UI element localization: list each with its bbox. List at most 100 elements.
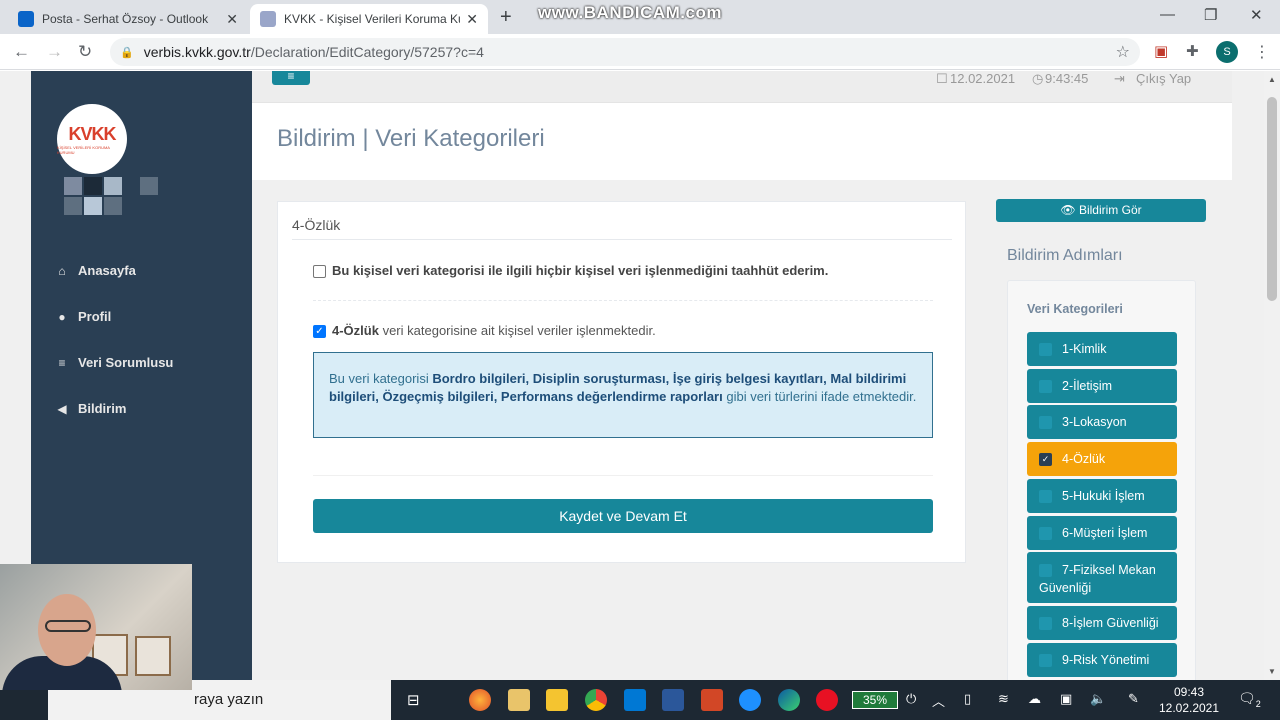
- tablet-icon[interactable]: ▯: [964, 691, 971, 707]
- page-scrollbar[interactable]: ▲ ▼: [1264, 71, 1280, 680]
- mail-icon[interactable]: [624, 689, 646, 711]
- category-info-box: Bu veri kategorisi Bordro bilgileri, Dis…: [313, 352, 933, 438]
- top-date: 12.02.2021: [950, 71, 1016, 86]
- page-title: Bildirim | Veri Kategorileri: [277, 125, 545, 152]
- top-navbar: ≡ ☐ 12.02.2021 ◷ 9:43:45 ⇥ Çıkış Yap: [252, 71, 1232, 103]
- url-path: /Declaration/EditCategory/57257?c=4: [250, 44, 484, 60]
- menu-toggle-button[interactable]: ≡: [272, 71, 310, 85]
- step-item-risk-yonetimi[interactable]: 9-Risk Yönetimi: [1027, 643, 1177, 677]
- power-plug-icon[interactable]: ⏻: [906, 691, 916, 707]
- close-icon[interactable]: ✕: [226, 11, 238, 28]
- powerpoint-icon[interactable]: [701, 689, 723, 711]
- checkbox-icon: [1039, 379, 1052, 393]
- taskbar-clock[interactable]: 09:43 12.02.2021: [1158, 684, 1220, 716]
- tab-kvkk[interactable]: KVKK - Kişisel Verileri Koruma Ku ✕: [250, 4, 488, 34]
- outlook-icon: [18, 11, 34, 27]
- minimize-icon[interactable]: —: [1160, 6, 1175, 23]
- document-icon: [260, 11, 276, 27]
- browser-menu-icon[interactable]: ⋮: [1254, 42, 1270, 62]
- category-processed-checkbox[interactable]: ✓: [313, 325, 326, 338]
- bullhorn-icon: ◀: [57, 401, 67, 416]
- step-item-musteri-islem[interactable]: 6-Müşteri İşlem: [1027, 516, 1177, 550]
- category-processed-label[interactable]: 4-Özlük veri kategorisine ait kişisel ve…: [332, 323, 656, 338]
- steps-subtitle: Veri Kategorileri: [1027, 302, 1123, 316]
- wifi-icon[interactable]: ≋: [998, 691, 1009, 707]
- logout-link[interactable]: Çıkış Yap: [1136, 71, 1191, 86]
- scroll-down-icon[interactable]: ▼: [1268, 667, 1276, 676]
- onedrive-icon[interactable]: ☁: [1028, 691, 1041, 707]
- checkbox-icon: [1039, 526, 1052, 540]
- sidebar-item-profil[interactable]: ● Profil: [55, 309, 111, 324]
- edge-icon[interactable]: [778, 689, 800, 711]
- notification-icon[interactable]: 🗨2: [1238, 690, 1261, 709]
- step-item-islem-guvenligi[interactable]: 8-İşlem Güvenliği: [1027, 606, 1177, 640]
- checkbox-icon: [1039, 415, 1052, 429]
- page-header: Bildirim | Veri Kategorileri: [252, 103, 1232, 180]
- category-form-card: 4-Özlük Bu kişisel veri kategorisi ile i…: [277, 201, 966, 563]
- new-tab-button[interactable]: +: [500, 6, 512, 29]
- steps-title: Bildirim Adımları: [1007, 247, 1123, 264]
- battery-indicator[interactable]: 35%: [852, 691, 898, 709]
- pen-icon[interactable]: ✎: [1128, 691, 1139, 707]
- checkbox-icon: [1039, 564, 1052, 578]
- url-host: verbis.kvkk.gov.tr: [143, 44, 251, 60]
- puzzle-icon[interactable]: ✚: [1186, 42, 1199, 60]
- steps-panel: Veri Kategorileri 1-Kimlik 2-İletişim 3-…: [1007, 280, 1196, 680]
- step-item-iletisim[interactable]: 2-İletişim: [1027, 369, 1177, 403]
- store-icon[interactable]: [508, 689, 530, 711]
- declare-none-checkbox[interactable]: [313, 265, 326, 278]
- bookmark-star-icon[interactable]: ☆: [1116, 42, 1130, 62]
- checkbox-checked-icon: ✓: [1039, 452, 1052, 466]
- reload-icon[interactable]: ↻: [78, 42, 92, 62]
- scroll-thumb[interactable]: [1267, 97, 1277, 301]
- step-item-kimlik[interactable]: 1-Kimlik: [1027, 332, 1177, 366]
- logout-icon: ⇥: [1114, 71, 1125, 86]
- chrome-icon[interactable]: [585, 689, 607, 711]
- sidebar-item-bildirim[interactable]: ◀ Bildirim: [55, 401, 126, 416]
- sidebar-item-anasayfa[interactable]: ⌂ Anasayfa: [55, 263, 135, 278]
- step-item-hukuki-islem[interactable]: 5-Hukuki İşlem: [1027, 479, 1177, 513]
- sidebar-item-veri-sorumlusu[interactable]: ≡ Veri Sorumlusu: [55, 355, 173, 370]
- volume-icon[interactable]: 🔈: [1090, 691, 1106, 707]
- step-item-lokasyon[interactable]: 3-Lokasyon: [1027, 405, 1177, 439]
- divider: [292, 239, 952, 240]
- view-declaration-button[interactable]: 👁 Bildirim Gör: [996, 199, 1206, 222]
- blurred-username: [64, 177, 82, 195]
- word-icon[interactable]: [662, 689, 684, 711]
- firefox-icon[interactable]: [469, 689, 491, 711]
- lock-icon: 🔒: [120, 46, 134, 59]
- save-continue-button[interactable]: Kaydet ve Devam Et: [313, 499, 933, 533]
- eye-icon: 👁: [1060, 203, 1076, 217]
- browser-toolbar: ← → ↻ 🔒 verbis.kvkk.gov.tr/Declaration/E…: [0, 34, 1280, 70]
- tab-outlook[interactable]: Posta - Serhat Özsoy - Outlook ✕: [8, 4, 248, 34]
- extension-icon[interactable]: ▣: [1154, 42, 1168, 60]
- scroll-up-icon[interactable]: ▲: [1268, 75, 1276, 84]
- declare-none-label[interactable]: Bu kişisel veri kategorisi ile ilgili hi…: [332, 263, 828, 278]
- step-label: 7-Fiziksel Mekan Güvenliği: [1039, 563, 1156, 595]
- divider: [313, 300, 933, 301]
- close-icon[interactable]: ✕: [466, 11, 478, 28]
- divider: [313, 475, 933, 476]
- forward-icon[interactable]: →: [46, 42, 63, 62]
- chevron-up-icon[interactable]: ︿: [932, 691, 945, 710]
- step-item-ozluk[interactable]: ✓ 4-Özlük: [1027, 442, 1177, 476]
- internet-explorer-icon[interactable]: [739, 689, 761, 711]
- kvkk-logo[interactable]: KVKK KİŞİSEL VERİLERİ KORUMA KURUMU: [57, 104, 127, 174]
- record-icon[interactable]: [816, 689, 838, 711]
- back-icon[interactable]: ←: [13, 42, 30, 62]
- tab-title: Posta - Serhat Özsoy - Outlook: [42, 12, 209, 26]
- restore-icon[interactable]: ❐: [1204, 6, 1217, 24]
- browser-tabstrip: Posta - Serhat Özsoy - Outlook ✕ KVKK - …: [0, 0, 1280, 34]
- sidebar-item-label: Profil: [78, 309, 112, 324]
- task-view-icon[interactable]: ⊟: [407, 691, 420, 709]
- file-explorer-icon[interactable]: [546, 689, 568, 711]
- address-bar[interactable]: 🔒 verbis.kvkk.gov.tr/Declaration/EditCat…: [110, 38, 1140, 66]
- top-time: 9:43:45: [1045, 71, 1089, 86]
- profile-avatar[interactable]: S: [1216, 41, 1238, 63]
- close-window-icon[interactable]: ✕: [1250, 6, 1263, 24]
- step-item-fiziksel-mekan[interactable]: 7-Fiziksel Mekan Güvenliği: [1027, 552, 1177, 603]
- windows-taskbar: raya yazın ⊟ 35% ⏻ ︿ ▯ ≋ ☁ ▣ 🔈 ✎ 09:43 1…: [0, 680, 1280, 720]
- section-title: 4-Özlük: [292, 217, 341, 233]
- camera-icon[interactable]: ▣: [1060, 691, 1072, 707]
- home-icon: ⌂: [58, 263, 66, 278]
